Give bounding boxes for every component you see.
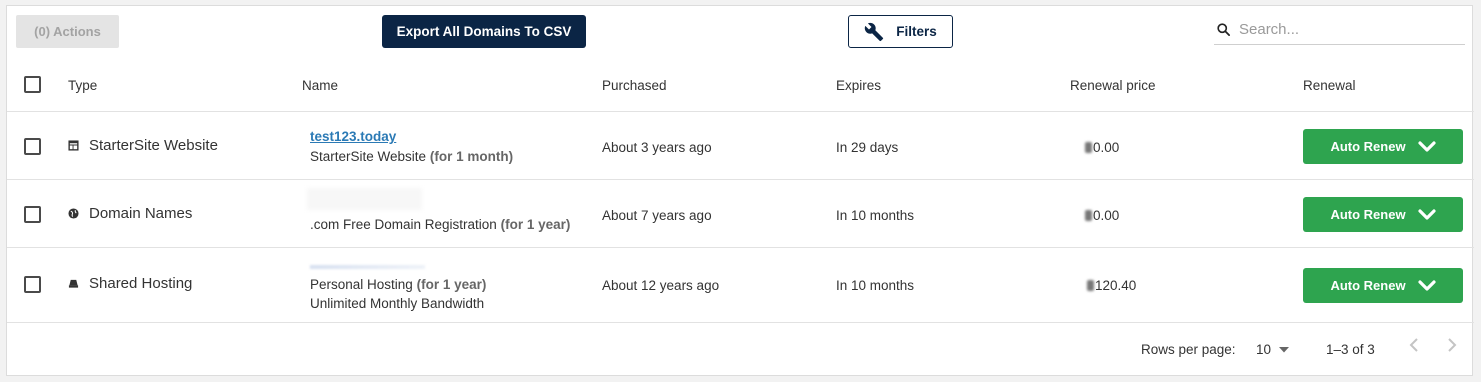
actions-button[interactable]: (0) Actions: [16, 15, 119, 48]
renewal-price-cell: 0.00: [1085, 208, 1119, 223]
name-cell: test123.today StarterSite Website (for 1…: [310, 129, 513, 164]
search-icon: [1216, 22, 1231, 37]
export-csv-button[interactable]: Export All Domains To CSV: [382, 15, 586, 48]
row-checkbox[interactable]: [24, 276, 41, 293]
product-name: StarterSite Website: [310, 149, 427, 164]
product-description: Personal Hosting (for 1 year): [310, 277, 486, 292]
product-name: Personal Hosting: [310, 277, 413, 292]
redacted-domain: [310, 265, 425, 269]
rows-per-page-label: Rows per page:: [1141, 342, 1236, 357]
chevron-left-icon: [1409, 338, 1418, 352]
type-label: Domain Names: [89, 205, 193, 222]
currency-redaction: [1087, 280, 1094, 291]
website-icon: [68, 140, 79, 151]
divider: [7, 247, 1474, 248]
product-feature: Unlimited Monthly Bandwidth: [310, 296, 485, 311]
renewal-price-value: 0.00: [1093, 208, 1120, 223]
renewal-price-cell: 120.40: [1087, 278, 1136, 293]
purchased-cell: About 12 years ago: [602, 278, 720, 293]
rows-per-page-value: 10: [1256, 342, 1272, 357]
currency-redaction: [1085, 142, 1092, 153]
row-checkbox[interactable]: [24, 138, 41, 155]
caret-down-icon: [1279, 346, 1290, 353]
product-description: StarterSite Website (for 1 month): [310, 149, 513, 164]
wrench-icon: [864, 22, 884, 42]
domain-link[interactable]: test123.today: [310, 129, 513, 144]
domains-panel: (0) Actions Export All Domains To CSV Fi…: [6, 5, 1474, 376]
select-all-checkbox[interactable]: [24, 76, 41, 93]
expires-cell: In 29 days: [836, 140, 899, 155]
type-cell: Domain Names: [68, 205, 192, 222]
name-cell: Personal Hosting (for 1 year) Unlimited …: [310, 277, 486, 311]
currency-redaction: [1085, 210, 1092, 221]
column-header-renewal-price[interactable]: Renewal price: [1070, 78, 1156, 93]
chevron-down-icon: [1417, 279, 1436, 292]
chevron-right-icon: [1448, 338, 1457, 352]
pagination-range: 1–3 of 3: [1326, 342, 1375, 357]
globe-icon: [68, 208, 79, 219]
product-description: .com Free Domain Registration (for 1 yea…: [310, 217, 570, 232]
expires-cell: In 10 months: [836, 208, 915, 223]
chevron-down-icon: [1417, 208, 1436, 221]
product-duration: (for 1 month): [429, 149, 514, 164]
rows-per-page-select[interactable]: 10: [1256, 342, 1290, 357]
product-duration: (for 1 year): [500, 217, 571, 232]
chevron-down-icon: [1417, 140, 1436, 153]
auto-renew-button[interactable]: Auto Renew: [1303, 197, 1463, 232]
filters-button[interactable]: Filters: [848, 15, 953, 48]
auto-renew-label: Auto Renew: [1330, 207, 1406, 222]
renewal-price-cell: 0.00: [1085, 140, 1119, 155]
search-box: [1214, 15, 1465, 45]
type-cell: Shared Hosting: [68, 275, 192, 292]
row-checkbox[interactable]: [24, 206, 41, 223]
column-header-expires[interactable]: Expires: [836, 78, 881, 93]
expires-cell: In 10 months: [836, 278, 915, 293]
search-input[interactable]: [1239, 21, 1449, 38]
type-label: Shared Hosting: [89, 275, 193, 292]
column-header-name[interactable]: Name: [302, 78, 338, 93]
type-cell: StarterSite Website: [68, 137, 218, 154]
column-header-type[interactable]: Type: [68, 78, 97, 93]
auto-renew-label: Auto Renew: [1330, 139, 1406, 154]
purchased-cell: About 7 years ago: [602, 208, 712, 223]
auto-renew-button[interactable]: Auto Renew: [1303, 268, 1463, 303]
hosting-icon: [68, 278, 79, 289]
column-header-renewal[interactable]: Renewal: [1303, 78, 1356, 93]
divider: [7, 111, 1474, 112]
auto-renew-button[interactable]: Auto Renew: [1303, 129, 1463, 164]
redacted-domain: [307, 188, 422, 210]
divider: [7, 322, 1474, 323]
renewal-price-value: 0.00: [1093, 140, 1120, 155]
renewal-price-value: 120.40: [1095, 278, 1137, 293]
filters-label: Filters: [896, 24, 937, 39]
previous-page-button[interactable]: [1408, 337, 1420, 358]
type-label: StarterSite Website: [89, 137, 218, 154]
purchased-cell: About 3 years ago: [602, 140, 712, 155]
product-name: .com Free Domain Registration: [310, 217, 497, 232]
product-duration: (for 1 year): [416, 277, 487, 292]
divider: [7, 179, 1474, 180]
next-page-button[interactable]: [1446, 337, 1458, 358]
column-header-purchased[interactable]: Purchased: [602, 78, 667, 93]
auto-renew-label: Auto Renew: [1330, 278, 1406, 293]
